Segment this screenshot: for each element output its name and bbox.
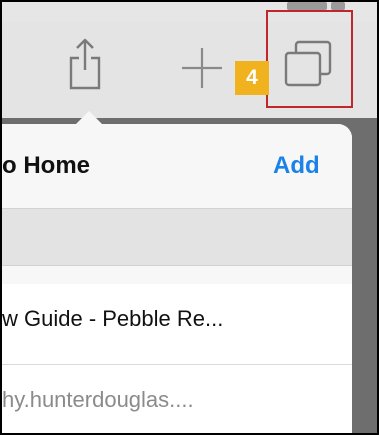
step-number-badge: 4: [235, 61, 269, 95]
new-tab-plus-icon[interactable]: [180, 46, 224, 90]
popover-header: o Home Add: [2, 124, 352, 208]
add-to-home-popover: o Home Add w Guide - Pebble Re... hy.hun…: [2, 124, 352, 433]
screenshot-frame: 4 o Home Add w Guide - Pebble Re... hy.h…: [0, 0, 379, 435]
add-button[interactable]: Add: [273, 152, 320, 180]
popover-title: o Home: [2, 152, 91, 179]
page-title-field[interactable]: w Guide - Pebble Re...: [2, 306, 223, 332]
safari-toolbar: 4: [2, 2, 377, 118]
tabs-button-highlight: [266, 10, 353, 108]
page-title-field-row[interactable]: w Guide - Pebble Re...: [2, 284, 352, 364]
page-url-text: hy.hunterdouglas....: [2, 387, 194, 412]
share-icon[interactable]: [68, 36, 102, 90]
popover-section-divider: [2, 208, 352, 266]
page-url-row: hy.hunterdouglas....: [2, 364, 352, 433]
